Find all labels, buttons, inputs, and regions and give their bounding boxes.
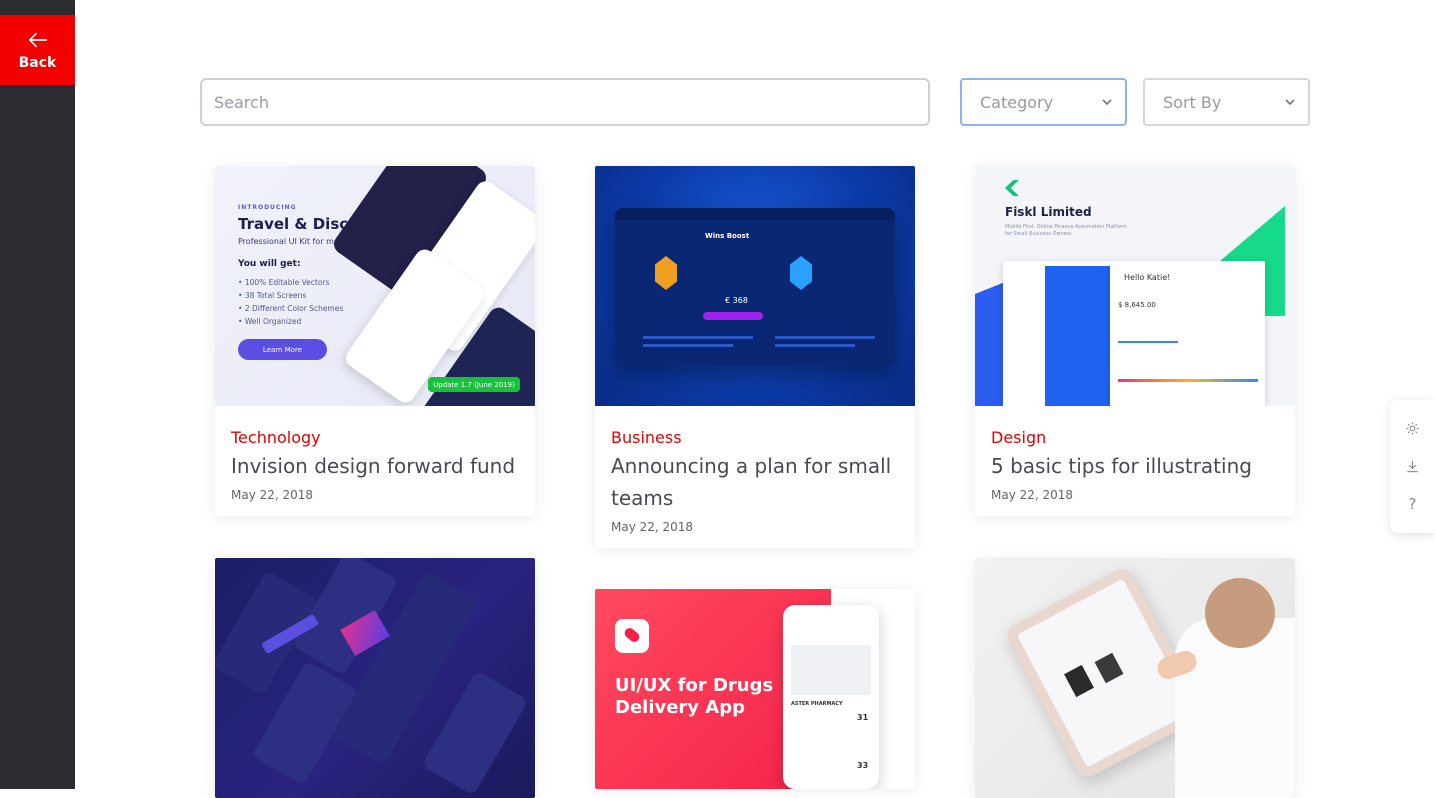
post-card[interactable] xyxy=(975,558,1295,798)
gear-icon[interactable] xyxy=(1405,421,1421,437)
post-category[interactable]: Business xyxy=(611,428,899,448)
chevron-down-icon xyxy=(1102,99,1112,106)
pill-icon xyxy=(615,619,649,653)
thumb-brand: Fiskl Limited xyxy=(1005,205,1092,219)
post-thumbnail xyxy=(975,558,1295,798)
thumb-cta: Learn More xyxy=(238,339,327,360)
thumb-pharmacy: ASTER PHARMACY xyxy=(791,701,843,707)
post-title[interactable]: Invision design forward fund xyxy=(231,450,519,482)
help-icon[interactable]: ? xyxy=(1405,495,1421,513)
fiskl-logo xyxy=(1005,180,1019,196)
post-thumbnail xyxy=(215,558,535,798)
arrow-left-icon xyxy=(28,32,47,48)
post-thumbnail: Fiskl Limited Mobile First, Online Finan… xyxy=(975,166,1295,406)
post-thumbnail: UI/UX for Drugs Delivery App ASTER PHARM… xyxy=(595,589,915,789)
post-date: May 22, 2018 xyxy=(991,488,1074,502)
search-input[interactable] xyxy=(200,78,930,126)
thumb-heading: UI/UX for Drugs Delivery App xyxy=(615,675,774,718)
thumb-tab: Wins Boost xyxy=(705,232,750,240)
post-thumbnail: INTRODUCING Travel & Discovery Professio… xyxy=(215,166,535,406)
post-category[interactable]: Design xyxy=(991,428,1279,448)
download-icon[interactable] xyxy=(1405,458,1421,474)
chevron-down-icon xyxy=(1285,99,1295,106)
post-card[interactable]: INTRODUCING Travel & Discovery Professio… xyxy=(215,166,535,516)
thumb-amount: € 368 xyxy=(725,296,748,305)
thumb-badge: Update 1.7 (June 2019) xyxy=(428,377,520,392)
post-date: May 22, 2018 xyxy=(231,488,314,502)
category-select[interactable]: Category xyxy=(960,78,1127,126)
thumb-tagline: Mobile First, Online Finance Automation … xyxy=(1005,224,1127,237)
category-select-label: Category xyxy=(980,92,1054,112)
post-card[interactable]: Wins Boost € 368 Business Announcing a p… xyxy=(595,166,915,548)
thumb-count2: 33 xyxy=(857,761,869,770)
sidebar: Back xyxy=(0,0,75,789)
thumb-count1: 31 xyxy=(857,713,869,722)
thumb-intro: INTRODUCING xyxy=(238,204,297,211)
post-card[interactable] xyxy=(215,558,535,798)
tool-panel: ? xyxy=(1390,400,1435,533)
post-card[interactable]: UI/UX for Drugs Delivery App ASTER PHARM… xyxy=(595,589,915,789)
thumb-greeting: Hello Katie! xyxy=(1124,273,1171,282)
post-card[interactable]: Fiskl Limited Mobile First, Online Finan… xyxy=(975,166,1295,516)
sort-select[interactable]: Sort By xyxy=(1143,78,1310,126)
thumb-list-title: You will get: xyxy=(238,259,301,269)
post-thumbnail: Wins Boost € 368 xyxy=(595,166,915,406)
back-button[interactable]: Back xyxy=(0,15,75,85)
thumb-amount: $ 8,645.00 xyxy=(1118,301,1156,309)
post-date: May 22, 2018 xyxy=(611,520,694,534)
sort-select-label: Sort By xyxy=(1163,92,1222,112)
back-label: Back xyxy=(18,55,57,71)
post-title[interactable]: Announcing a plan for small teams xyxy=(611,450,899,514)
post-title[interactable]: 5 basic tips for illustrating xyxy=(991,450,1279,482)
post-category[interactable]: Technology xyxy=(231,428,519,448)
thumb-bullets: • 100% Editable Vectors • 38 Total Scree… xyxy=(238,278,344,326)
